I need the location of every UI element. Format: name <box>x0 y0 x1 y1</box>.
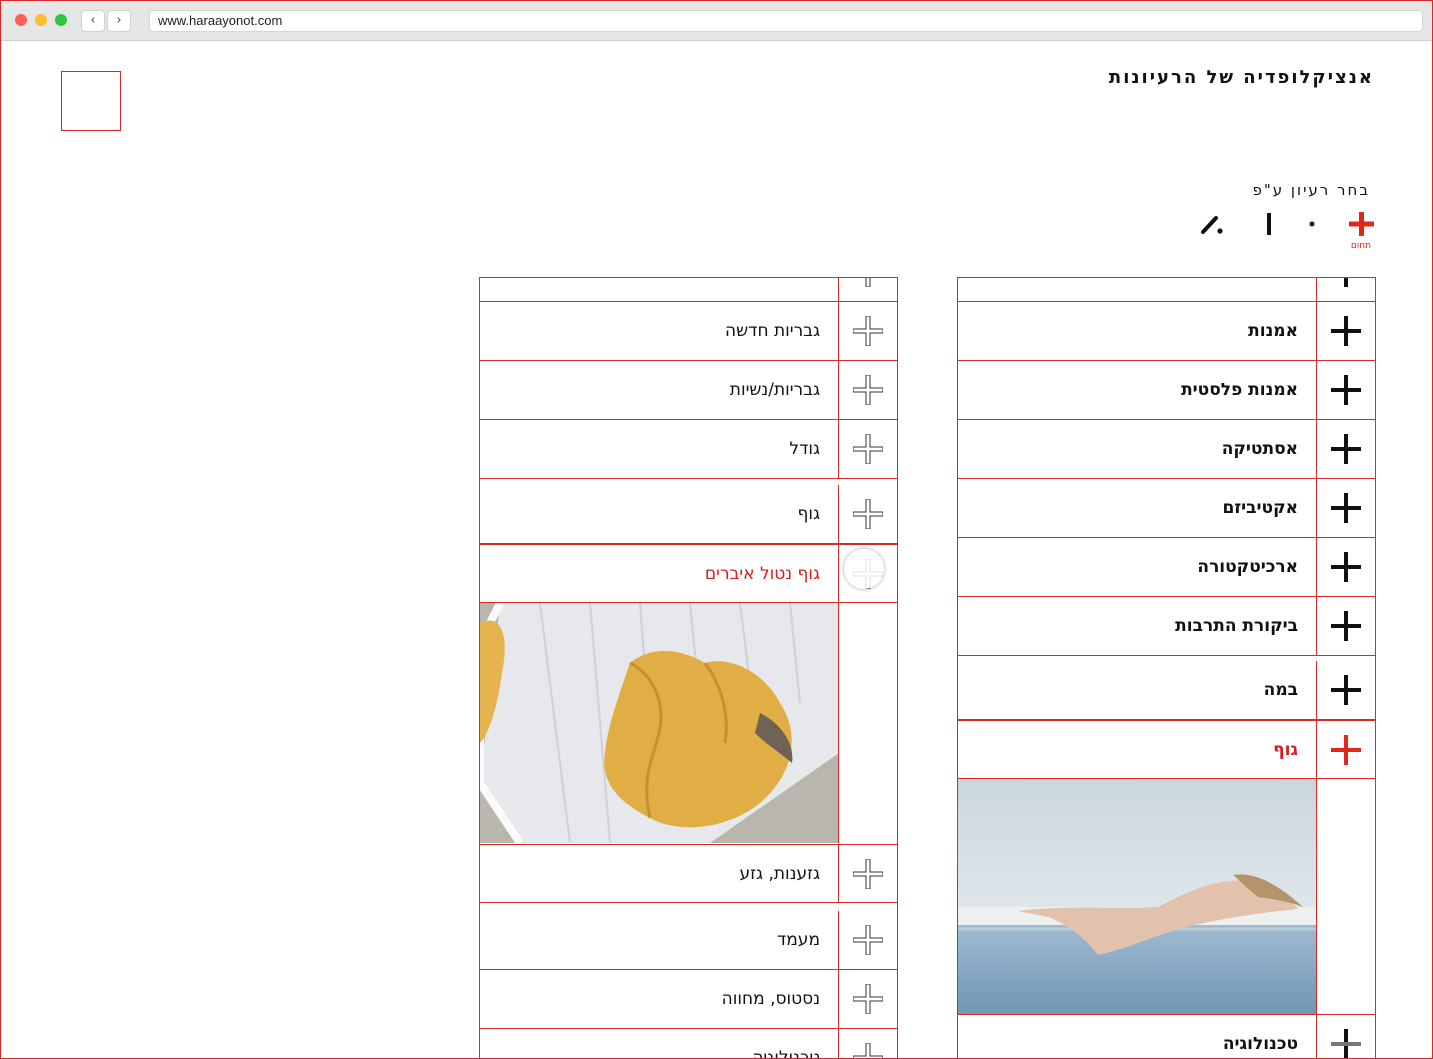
expand-button[interactable] <box>838 420 897 478</box>
expand-button[interactable] <box>838 911 897 969</box>
sub-idea-list[interactable]: ברבי גבריות חדשה גבריות/נשיות גודל גוף <box>479 277 898 1058</box>
list-item[interactable]: גבריות/נשיות <box>480 361 897 420</box>
plus-icon <box>1349 212 1374 236</box>
slash-dot-icon <box>1201 216 1223 234</box>
plus-icon <box>1331 375 1361 405</box>
browser-window: ‹ › www.haraayonot.com אנציקלופדיה של הר… <box>0 0 1433 1059</box>
plus-outline-icon <box>853 375 883 405</box>
plus-outline-icon <box>853 499 883 529</box>
plus-icon <box>1331 434 1361 464</box>
expand-button[interactable] <box>838 485 897 543</box>
forward-button[interactable]: › <box>107 10 131 32</box>
expand-button[interactable] <box>838 1029 897 1058</box>
expand-button[interactable] <box>838 845 897 903</box>
filter-slash[interactable] <box>1196 207 1230 251</box>
plus-icon <box>1331 735 1361 765</box>
expand-button[interactable] <box>838 361 897 419</box>
filter-caption: תחום <box>1350 241 1372 251</box>
preview-side <box>1316 779 1375 1014</box>
close-window-button[interactable] <box>15 14 27 26</box>
list-item[interactable]: אמנות פלסטית <box>958 361 1375 420</box>
list-item[interactable]: ביקורת התרבות <box>958 597 1375 656</box>
foam-sculpture-image <box>480 603 838 843</box>
expand-button[interactable] <box>1316 420 1375 478</box>
plus-outline-icon <box>853 1043 883 1058</box>
list-item[interactable]: מעמד <box>480 911 897 970</box>
vertical-line-icon <box>1267 213 1271 235</box>
list-item[interactable]: טכנולוגיה <box>480 1029 897 1058</box>
list-item[interactable]: אמנות <box>958 302 1375 361</box>
list-item[interactable]: גוף <box>480 485 897 544</box>
plus-outline-icon <box>853 925 883 955</box>
preview-image[interactable] <box>480 603 839 843</box>
expand-button[interactable] <box>1316 302 1375 360</box>
plus-icon <box>1331 1029 1361 1058</box>
list-item[interactable]: גודל <box>480 420 897 479</box>
expand-button[interactable] <box>1316 1015 1375 1058</box>
list-item[interactable]: גזענות, גזע <box>480 844 897 903</box>
collapse-button[interactable] <box>1316 721 1375 779</box>
filter-field[interactable]: תחום <box>1344 207 1378 251</box>
plus-icon <box>1331 611 1361 641</box>
chevron-left-icon: ‹ <box>90 13 96 28</box>
list-item[interactable]: נסטוס, מחווה <box>480 970 897 1029</box>
reclining-figure-image <box>958 779 1316 1014</box>
filter-dot[interactable] <box>1295 207 1329 251</box>
expand-button[interactable] <box>1316 361 1375 419</box>
list-item[interactable]: אלטרנטיבה <box>958 278 1375 302</box>
list-item[interactable]: גבריות חדשה <box>480 302 897 361</box>
back-button[interactable]: ‹ <box>81 10 105 32</box>
expand-button[interactable] <box>838 970 897 1028</box>
list-item[interactable]: אסתטיקה <box>958 420 1375 479</box>
site-logo[interactable] <box>61 71 121 131</box>
expand-button[interactable] <box>1316 661 1375 719</box>
plus-outline-icon <box>865 278 871 287</box>
expanded-preview <box>480 603 897 843</box>
list-item[interactable]: ברבי <box>480 278 897 302</box>
list-item[interactable]: ארכיטקטורה <box>958 538 1375 597</box>
expand-button[interactable] <box>1316 278 1375 301</box>
plus-outline-icon <box>853 984 883 1014</box>
list-item-active[interactable]: גוף <box>958 720 1375 779</box>
plus-icon <box>1331 552 1361 582</box>
expand-button[interactable] <box>838 278 897 301</box>
filter-label: בחר רעיון ע"פ <box>1252 181 1370 199</box>
plus-outline-icon <box>853 434 883 464</box>
filter-line[interactable] <box>1252 207 1286 251</box>
browser-chrome: ‹ › www.haraayonot.com <box>1 1 1432 41</box>
plus-icon <box>1331 675 1361 705</box>
expand-button[interactable] <box>1316 538 1375 596</box>
list-item[interactable]: במה <box>958 661 1375 720</box>
plus-icon <box>1331 316 1361 346</box>
chevron-right-icon: › <box>116 13 122 28</box>
plus-outline-icon <box>853 316 883 346</box>
site-title[interactable]: אנציקלופדיה של הרעיונות <box>1109 67 1374 88</box>
cursor-highlight <box>844 549 884 589</box>
plus-outline-icon <box>853 859 883 889</box>
preview-side <box>838 603 897 843</box>
expand-button[interactable] <box>1316 597 1375 655</box>
list-item-active[interactable]: גוף נטול איברים <box>480 544 897 603</box>
list-item[interactable]: טכנולוגיה <box>958 1014 1375 1058</box>
expand-button[interactable] <box>1316 479 1375 537</box>
category-list[interactable]: אלטרנטיבה אמנות אמנות פלסטית אסתטיקה אקט… <box>957 277 1376 1058</box>
maximize-window-button[interactable] <box>55 14 67 26</box>
plus-icon <box>1344 278 1348 287</box>
list-item[interactable]: אקטיביזם <box>958 479 1375 538</box>
expand-button[interactable] <box>838 302 897 360</box>
plus-icon <box>1331 493 1361 523</box>
minimize-window-button[interactable] <box>35 14 47 26</box>
address-bar[interactable]: www.haraayonot.com <box>149 10 1423 32</box>
preview-image[interactable] <box>958 779 1317 1014</box>
dot-icon <box>1309 221 1315 227</box>
expanded-preview <box>958 779 1375 1014</box>
